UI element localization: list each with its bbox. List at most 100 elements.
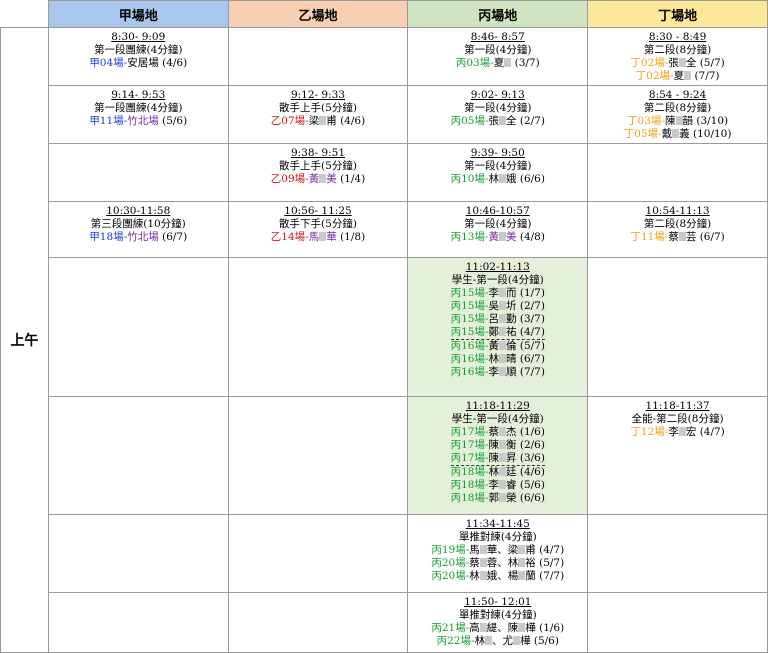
slot-entry: 丁05場-戴義 (10/10) xyxy=(588,128,767,141)
entry-count: (4/6) xyxy=(162,57,188,69)
person-name: 馬 xyxy=(308,231,320,243)
slot-content: 10:46-10:57 第一段(4分鐘) 丙13場-黃美 (4/8) xyxy=(408,202,587,244)
court-code: 丙16場 xyxy=(450,353,485,365)
person-name: 李 xyxy=(668,426,679,438)
person-name: 李 xyxy=(488,287,500,299)
slot-title: 第一段(4分鐘) xyxy=(464,44,532,56)
slot-cell-ding: 8:54 - 9:24 第二段(8分鐘) 丁03場-陳韻 (3/10) 丁05場-戴義… xyxy=(587,85,768,144)
name-suffix: 全 xyxy=(685,57,697,69)
slot-entry: 丙05場-張全 (2/7) xyxy=(408,115,587,128)
court-code: 丙15場 xyxy=(450,300,485,312)
entry-count: (5/7) xyxy=(699,57,725,69)
slot-time: 8:46- 8:57 xyxy=(470,31,525,43)
person-name: 陳 xyxy=(665,115,676,127)
name-suffix: 倫 xyxy=(506,340,517,352)
name-suffix: 義 xyxy=(679,128,690,140)
person-name: 陳 xyxy=(488,439,500,451)
person-name: 鄭 xyxy=(488,326,500,338)
name-suffix: 甫 xyxy=(326,115,337,127)
header-yi: 乙場地 xyxy=(227,0,409,28)
name-suffix: 衡 xyxy=(506,439,517,451)
entry-count: (1/4) xyxy=(340,173,366,185)
schedule-row: 11:34-11:45 單推對練(4分鐘) 丙19場-馬 華、梁甫 (4/7) 丙20場… xyxy=(1,514,768,593)
entry-count: (4/8) xyxy=(519,231,545,243)
slot-entry: 乙14場-馬華 (1/8) xyxy=(229,231,408,244)
name-tail: 裕 xyxy=(525,557,536,569)
slot-entry: 丙15場-吳圻 (2/7) xyxy=(408,300,587,313)
court-code: 甲04場 xyxy=(89,57,124,69)
entry-count: (4/6) xyxy=(519,466,545,478)
slot-time: 11:34-11:45 xyxy=(465,518,530,530)
entry-count: (7/7) xyxy=(539,570,565,582)
court-code: 丁02場 xyxy=(635,70,671,82)
slot-content: 8:54 - 9:24 第二段(8分鐘) 丁03場-陳韻 (3/10) 丁05場-戴義… xyxy=(588,86,767,141)
slot-entry: 丙13場-黃美 (4/8) xyxy=(408,231,587,244)
slot-cell-bing: 9:39- 9:50 第一段(4分鐘) 丙10場-林娥 (6/6) xyxy=(407,143,589,202)
name-suffix: 全 xyxy=(506,115,517,127)
entry-count: (6/7) xyxy=(519,353,545,365)
court-code: 丙20場 xyxy=(431,557,466,569)
slot-entry: 丙17場-陳衡 (2/6) xyxy=(408,439,587,452)
slot-entry: 乙07場-梁甫 (4/6) xyxy=(229,115,408,128)
name-suffix: 娥、楊 xyxy=(486,570,519,582)
slot-entry: 丙10場-林娥 (6/6) xyxy=(408,173,587,186)
slot-time: 10:46-10:57 xyxy=(465,205,530,217)
person-name: 李 xyxy=(488,479,500,491)
slot-entry: 丁02場-夏 (7/7) xyxy=(588,70,767,83)
slot-entry: 丙21場-高 緹、陳樺 (1/6) xyxy=(408,622,587,635)
person-name: 黃 xyxy=(308,173,320,185)
slot-entry: 丁12場-李宏 (4/7) xyxy=(588,426,767,439)
slot-entry: 甲11場-竹北場 (5/6) xyxy=(49,115,228,128)
slot-time: 11:18-11:29 xyxy=(465,400,530,412)
slot-cell-jia xyxy=(47,257,229,397)
slot-content: 10:54-11:13 第二段(8分鐘) 丁11場-蔡芸 (6/7) xyxy=(588,202,767,244)
name-tail: 樺 xyxy=(525,622,536,634)
slot-entry: 丙15場-李而 (1/7) xyxy=(408,287,587,300)
court-code: 丙15場 xyxy=(450,326,485,338)
court-code: 丙17場 xyxy=(450,439,485,451)
slot-content: 8:46- 8:57 第一段(4分鐘) 丙03場-夏 (3/7) xyxy=(408,28,587,70)
redaction-block xyxy=(499,174,507,183)
slot-entry: 丙18場-林廷 (4/6) xyxy=(408,466,587,479)
slot-entry: 丙16場-李順 (7/7) xyxy=(408,366,587,379)
slot-cell-bing: 9:02- 9:13 第一段(4分鐘) 丙05場-張全 (2/7) xyxy=(407,85,589,144)
court-code: 丙15場 xyxy=(450,313,485,325)
entry-count: (6/7) xyxy=(699,231,725,243)
person-name: 蔡 xyxy=(469,557,480,569)
entry-count: (3/10) xyxy=(696,115,729,127)
slot-title: 單推對練(4分鐘) xyxy=(458,609,537,621)
slot-entry: 甲04場-安居場 (4/6) xyxy=(49,57,228,70)
name-suffix: 芸 xyxy=(685,231,697,243)
slot-time: 10:30-11:58 xyxy=(106,205,171,217)
name-tail: 甫 xyxy=(525,544,536,556)
slot-content: 8:30- 9:09 第一段團練(4分鐘) 甲04場-安居場 (4/6) xyxy=(49,28,228,70)
redaction-block xyxy=(499,301,507,310)
slot-content: 11:50- 12:01 單推對練(4分鐘) 丙21場-高 緹、陳樺 (1/6) 丙22… xyxy=(408,593,587,648)
court-code: 丙03場 xyxy=(455,57,491,69)
slot-title: 第一段(4分鐘) xyxy=(464,218,532,230)
entry-count: (2/7) xyxy=(519,300,545,312)
name-suffix: 而 xyxy=(506,287,517,299)
redaction-block xyxy=(499,341,507,350)
court-code: 丙10場 xyxy=(450,173,485,185)
slot-cell-yi xyxy=(227,514,409,593)
court-code: 丙16場 xyxy=(450,366,485,378)
court-code: 丁12場 xyxy=(630,426,665,438)
court-code: 丙17場 xyxy=(450,426,485,438)
slot-cell-jia xyxy=(47,592,229,653)
person-name: 戴 xyxy=(661,128,673,140)
person-name: 馬 xyxy=(469,544,480,556)
person-name: 林 xyxy=(469,570,480,582)
redaction-block xyxy=(499,367,507,376)
court-code: 丙18場 xyxy=(450,479,485,491)
slot-entry: 丙17場-蔡杰 (1/6) xyxy=(408,426,587,439)
name-suffix: 祐 xyxy=(506,326,517,338)
redaction-block xyxy=(513,636,521,645)
slot-cell-jia: 8:30- 9:09 第一段團練(4分鐘) 甲04場-安居場 (4/6) xyxy=(47,27,229,86)
entry-count: (1/8) xyxy=(340,231,366,243)
slot-entry: 丁02場-張全 (5/7) xyxy=(588,57,767,70)
court-code: 丙18場 xyxy=(450,492,485,504)
name-suffix: 美 xyxy=(506,231,517,243)
slot-cell-yi xyxy=(227,257,409,397)
slot-title: 學生-第一段(4分鐘) xyxy=(451,274,544,286)
